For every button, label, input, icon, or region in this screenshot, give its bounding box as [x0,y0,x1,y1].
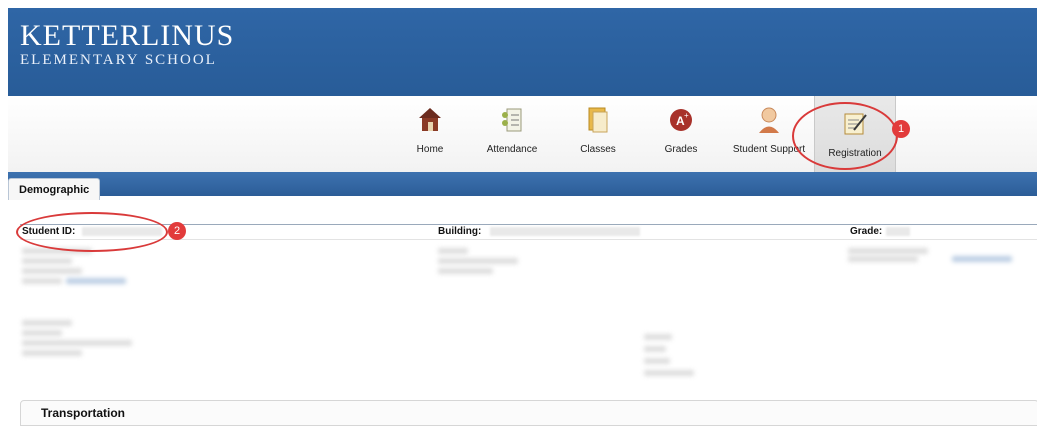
redacted-text [22,340,132,346]
grade-value-redacted [886,226,910,237]
nav-grades[interactable]: A + Grades [661,102,701,164]
annotation-circle-student-id [16,212,168,252]
redacted-text [644,370,694,376]
redacted-text [438,258,518,264]
nav-attendance[interactable]: Attendance [484,102,540,164]
nav-attendance-label: Attendance [486,144,538,155]
nav-home-label: Home [416,144,444,155]
redacted-text [848,248,928,254]
redacted-text [22,350,82,356]
student-support-icon [759,107,779,133]
redacted-text [22,320,72,326]
svg-text:+: + [684,111,689,120]
home-icon [419,108,441,131]
redacted-text [644,346,666,352]
redacted-text [22,330,62,336]
nav-home[interactable]: Home [412,102,448,164]
annotation-badge-2: 2 [168,222,186,240]
nav-grades-label: Grades [664,144,698,155]
school-name: KETTERLINUS [20,19,235,52]
tab-bar [8,172,1037,196]
redacted-text [848,256,918,262]
tab-demographic[interactable]: Demographic [8,178,101,201]
transportation-label: Transportation [41,406,126,420]
nav-classes[interactable]: Classes [576,102,620,164]
grades-icon: A + [670,109,692,131]
redacted-text [438,248,468,254]
redacted-link[interactable] [66,278,126,284]
classes-icon [588,107,608,133]
redacted-link[interactable] [952,256,1012,262]
redacted-text [438,268,493,274]
grade-label: Grade: [850,226,883,237]
redacted-text [22,268,82,274]
building-value-redacted [490,226,640,237]
transportation-section-header[interactable]: Transportation [20,400,1037,426]
annotation-badge-1: 1 [892,120,910,138]
redacted-text [22,278,62,284]
school-banner: KETTERLINUS ELEMENTARY SCHOOL [8,8,1037,96]
annotation-circle-registration [792,102,898,170]
nav-classes-label: Classes [580,144,616,155]
redacted-text [644,334,672,340]
redacted-text [644,358,670,364]
redacted-text [22,258,72,264]
attendance-icon [502,108,522,132]
building-label: Building: [438,226,482,237]
school-subtitle: ELEMENTARY SCHOOL [20,52,217,68]
